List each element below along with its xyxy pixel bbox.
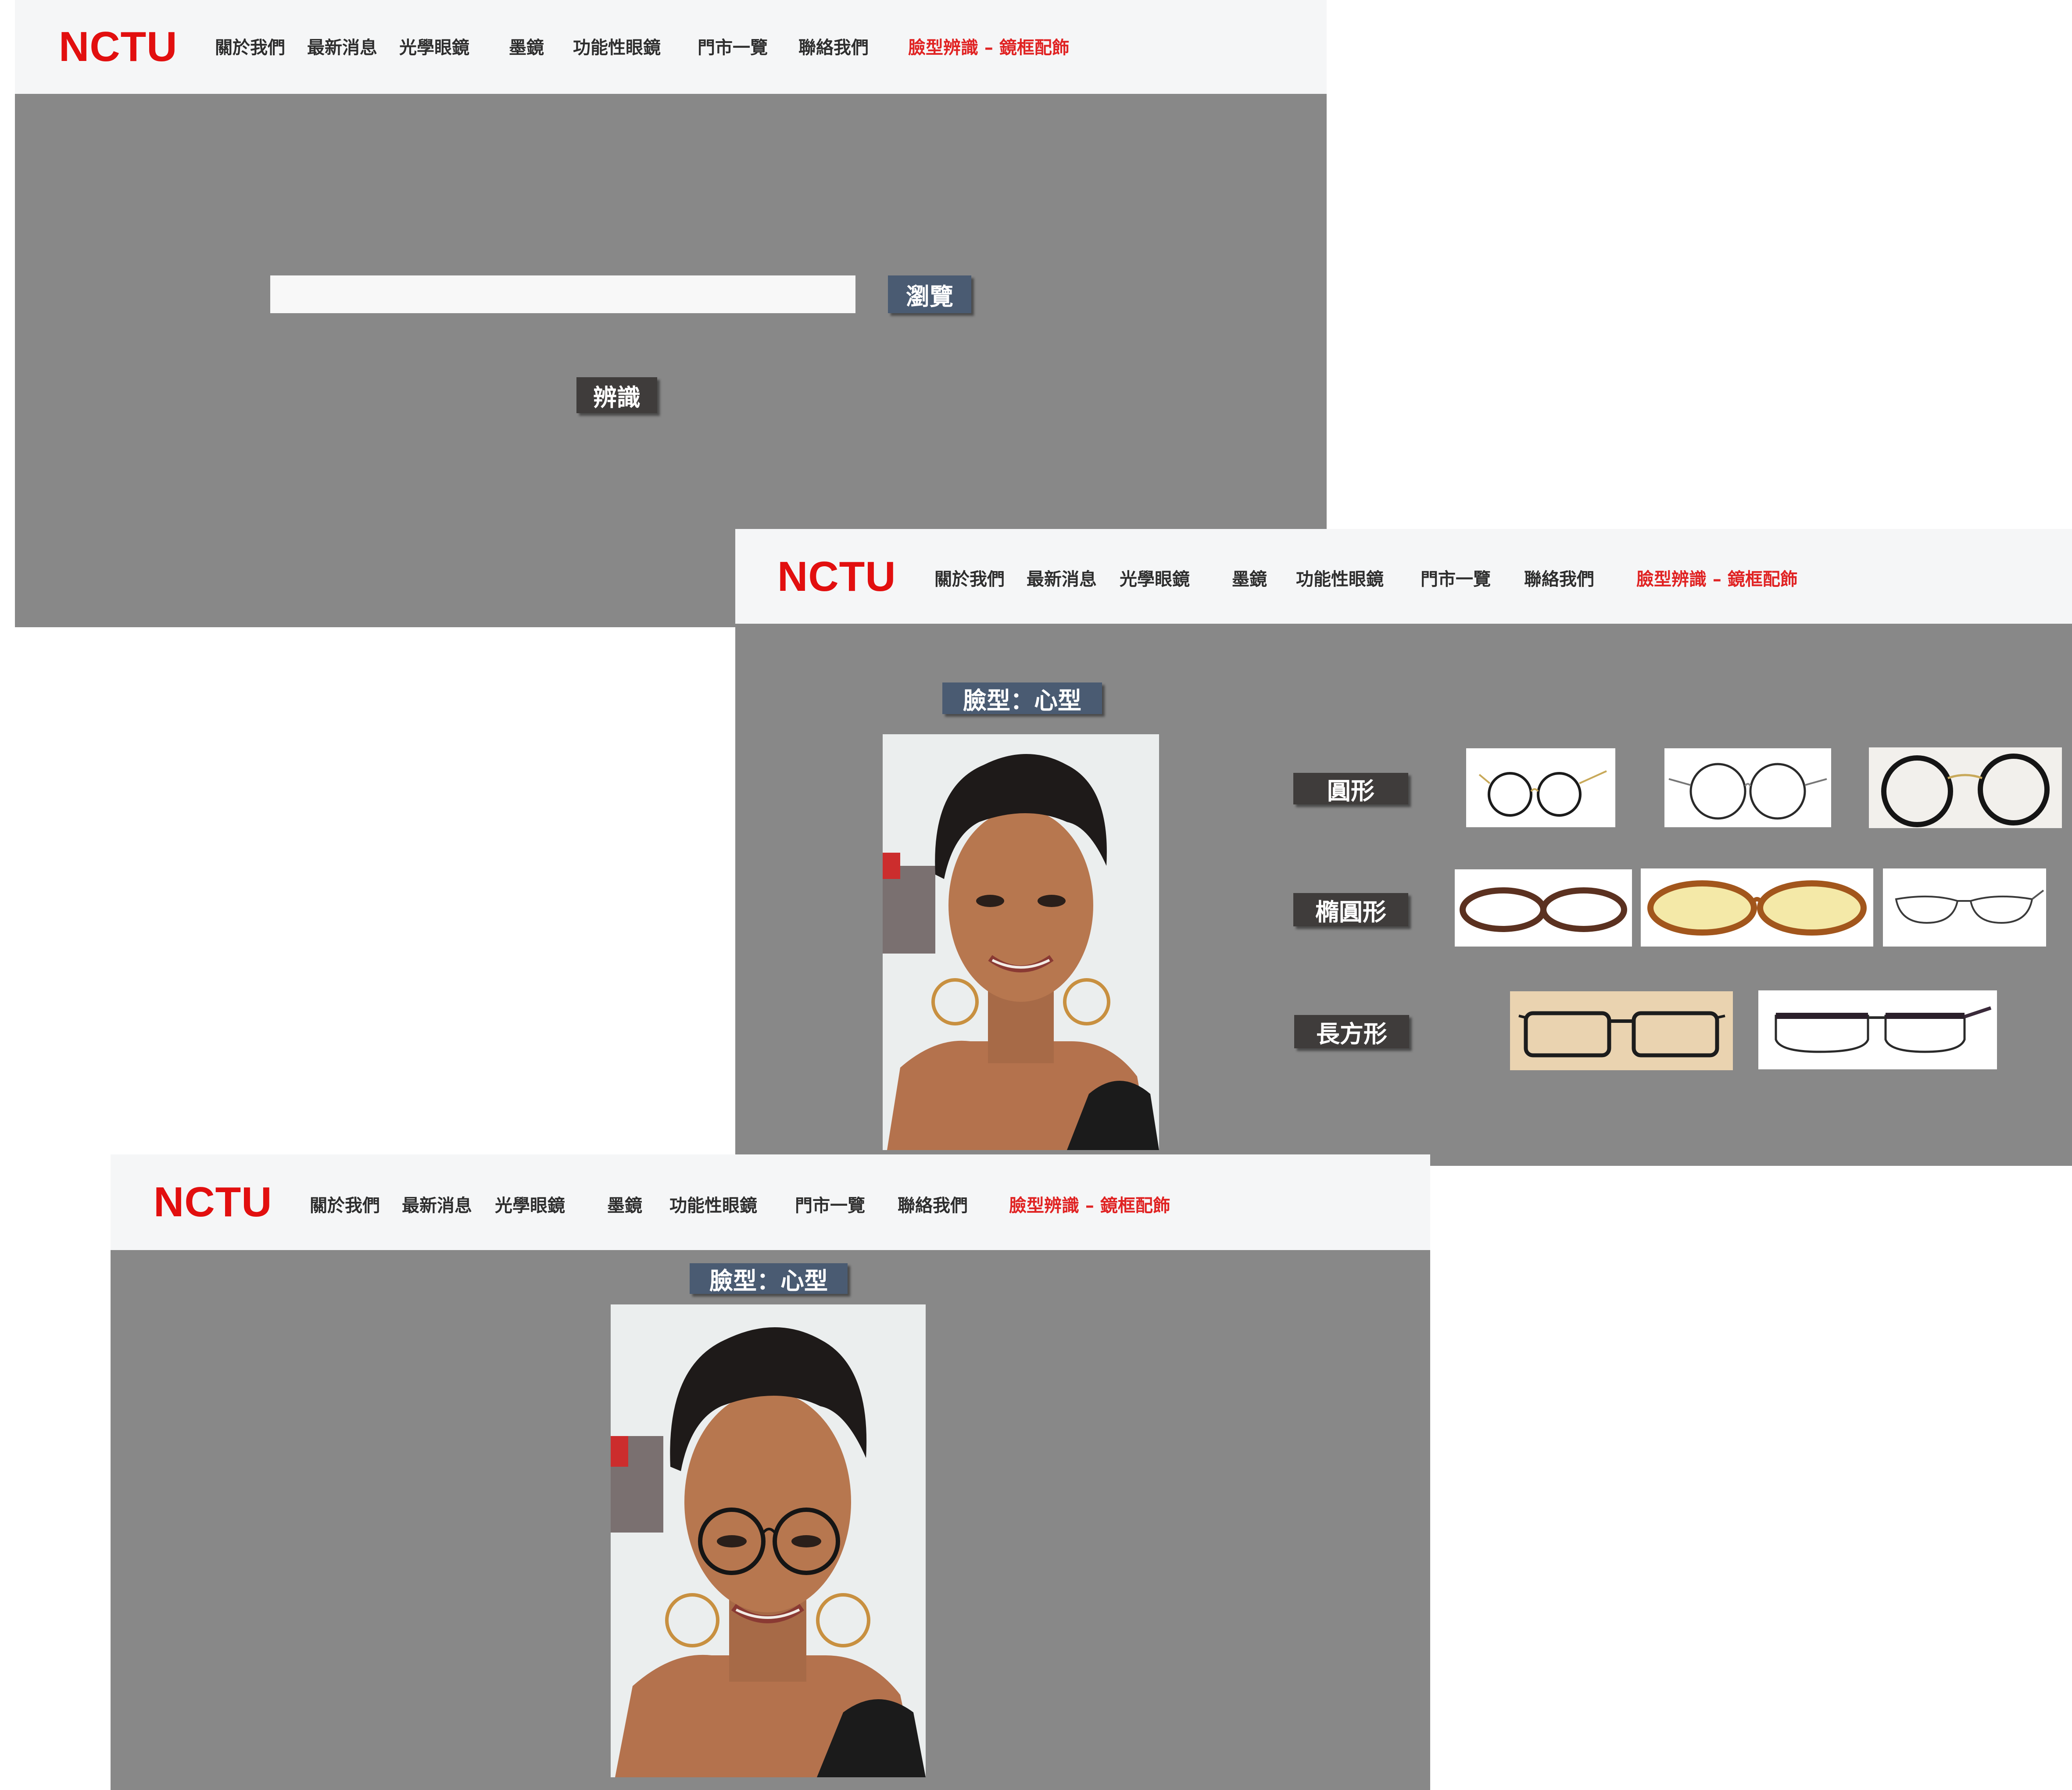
round-thin-gold-frame-icon xyxy=(1478,770,1607,817)
category-rectangle-label: 長方形 xyxy=(1294,1015,1409,1048)
face-shape-label: 臉型：心型 xyxy=(690,1263,848,1295)
browse-button[interactable]: 瀏覽 xyxy=(888,275,971,313)
nav-face-recognition[interactable]: 臉型辨識 – 鏡框配飾 xyxy=(1009,1196,1170,1216)
nav-news[interactable]: 最新消息 xyxy=(307,38,377,58)
nav-contact[interactable]: 聯絡我們 xyxy=(1524,569,1594,590)
round-silver-frame-icon xyxy=(1668,763,1827,820)
face-portrait-image xyxy=(883,734,1159,1150)
frame-round-3[interactable] xyxy=(1869,747,2062,828)
nav-optical[interactable]: 光學眼鏡 xyxy=(399,38,469,58)
frame-oval-3[interactable] xyxy=(1883,868,2046,947)
nav-optical[interactable]: 光學眼鏡 xyxy=(495,1196,565,1216)
frame-rect-2[interactable] xyxy=(1758,990,1997,1069)
nav-about[interactable]: 關於我們 xyxy=(934,569,1005,590)
nav-functional[interactable]: 功能性眼鏡 xyxy=(669,1196,757,1216)
file-path-input[interactable] xyxy=(270,275,855,313)
nav-contact[interactable]: 聯絡我們 xyxy=(798,38,869,58)
rect-half-rim-frame-icon xyxy=(1775,1006,1992,1053)
nav-optical[interactable]: 光學眼鏡 xyxy=(1120,569,1190,590)
frame-oval-2[interactable] xyxy=(1641,868,1873,947)
nctu-logo[interactable]: NCTU xyxy=(777,553,896,601)
nav-sunglasses[interactable]: 墨鏡 xyxy=(1232,569,1267,590)
nctu-logo[interactable]: NCTU xyxy=(59,23,178,71)
nav-news[interactable]: 最新消息 xyxy=(1027,569,1097,590)
frame-oval-1[interactable] xyxy=(1455,869,1632,947)
nav-functional[interactable]: 功能性眼鏡 xyxy=(1296,569,1384,590)
oval-rimless-frame-icon xyxy=(1895,890,2044,924)
oval-amber-frame-icon xyxy=(1647,880,1867,936)
nav-face-recognition[interactable]: 臉型辨識 – 鏡框配飾 xyxy=(908,38,1070,58)
tryon-screen-panel: NCTU 關於我們 最新消息 光學眼鏡 墨鏡 功能性眼鏡 門市一覽 聯絡我們 臉… xyxy=(111,1154,1430,1790)
nav-stores[interactable]: 門市一覽 xyxy=(698,38,768,58)
rect-black-frame-icon xyxy=(1518,1011,1725,1058)
nav-stores[interactable]: 門市一覽 xyxy=(1421,569,1491,590)
nctu-logo[interactable]: NCTU xyxy=(154,1178,272,1226)
nav-about[interactable]: 關於我們 xyxy=(215,38,285,58)
face-shape-label: 臉型：心型 xyxy=(942,682,1102,715)
frame-round-1[interactable] xyxy=(1466,748,1615,827)
round-black-frame-icon xyxy=(1881,754,2050,827)
tryon-face-photo xyxy=(611,1304,926,1777)
result-screen-panel: NCTU 關於我們 最新消息 光學眼鏡 墨鏡 功能性眼鏡 門市一覽 聯絡我們 臉… xyxy=(735,529,2072,1166)
nav-functional[interactable]: 功能性眼鏡 xyxy=(573,38,661,58)
nav-about[interactable]: 關於我們 xyxy=(310,1196,380,1216)
nav-sunglasses[interactable]: 墨鏡 xyxy=(607,1196,642,1216)
nav-news[interactable]: 最新消息 xyxy=(402,1196,472,1216)
oval-tortoise-frame-icon xyxy=(1460,887,1627,932)
nav-contact[interactable]: 聯絡我們 xyxy=(898,1196,968,1216)
nav-face-recognition[interactable]: 臉型辨識 – 鏡框配飾 xyxy=(1636,569,1798,590)
category-round-label: 圓形 xyxy=(1293,773,1408,805)
frame-rect-1[interactable] xyxy=(1510,991,1733,1070)
category-oval-label: 橢圓形 xyxy=(1293,893,1408,926)
navbar: NCTU 關於我們 最新消息 光學眼鏡 墨鏡 功能性眼鏡 門市一覽 聯絡我們 臉… xyxy=(735,529,2072,624)
recognize-button[interactable]: 辨識 xyxy=(576,377,657,413)
frame-round-2[interactable] xyxy=(1664,748,1831,827)
face-with-glasses-image xyxy=(611,1304,926,1777)
navbar: NCTU 關於我們 最新消息 光學眼鏡 墨鏡 功能性眼鏡 門市一覽 聯絡我們 臉… xyxy=(15,0,1327,94)
nav-sunglasses[interactable]: 墨鏡 xyxy=(509,38,544,58)
navbar: NCTU 關於我們 最新消息 光學眼鏡 墨鏡 功能性眼鏡 門市一覽 聯絡我們 臉… xyxy=(111,1154,1430,1250)
nav-stores[interactable]: 門市一覽 xyxy=(795,1196,865,1216)
face-photo xyxy=(883,734,1159,1150)
